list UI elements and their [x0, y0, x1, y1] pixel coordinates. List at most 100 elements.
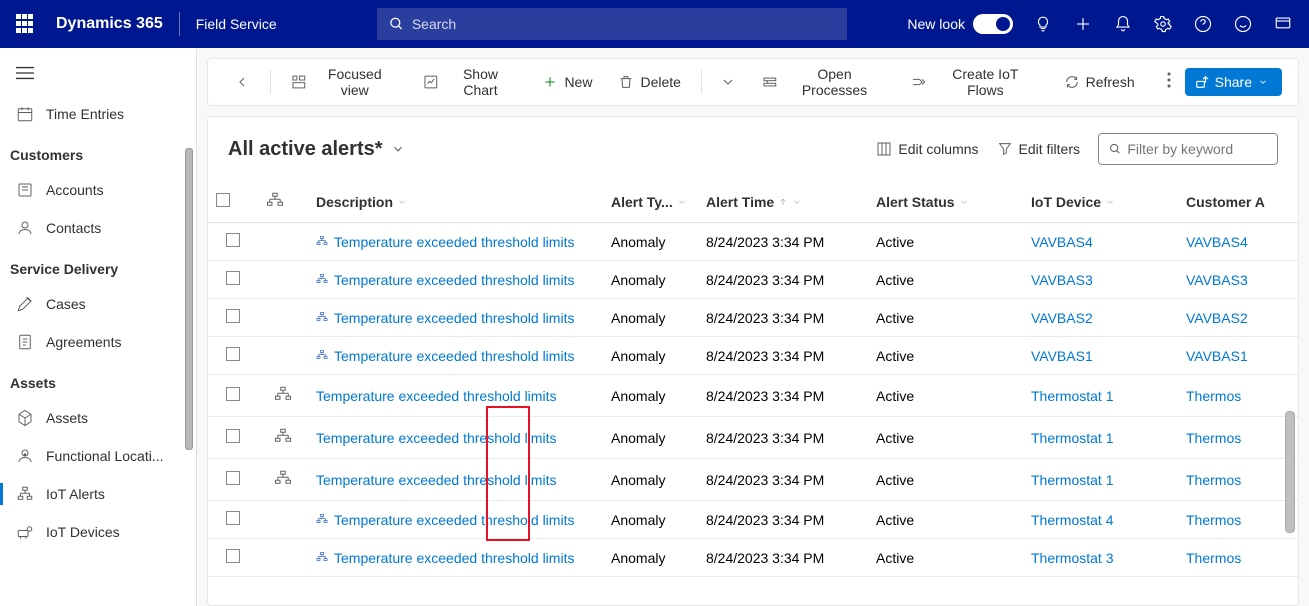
table-row[interactable]: Temperature exceeded threshold limitsAno… — [208, 299, 1298, 337]
nav-timeentries[interactable]: Time Entries — [0, 95, 196, 133]
row-description[interactable]: Temperature exceeded threshold limits — [308, 459, 603, 501]
nav-agreements[interactable]: Agreements — [0, 323, 196, 361]
row-iotdevice[interactable]: Thermostat 1 — [1023, 459, 1178, 501]
row-hierarchy[interactable] — [258, 459, 308, 501]
table-row[interactable]: Temperature exceeded threshold limitsAno… — [208, 417, 1298, 459]
screen-icon[interactable] — [1273, 14, 1293, 34]
nav-iotdevices[interactable]: IoT Devices — [0, 513, 196, 551]
row-customer[interactable]: VAVBAS4 — [1178, 223, 1298, 261]
row-checkbox[interactable] — [208, 539, 258, 577]
share-button[interactable]: Share — [1185, 68, 1282, 96]
table-row[interactable]: Temperature exceeded threshold limitsAno… — [208, 223, 1298, 261]
row-customer[interactable]: VAVBAS3 — [1178, 261, 1298, 299]
row-customer[interactable]: Thermos — [1178, 459, 1298, 501]
row-hierarchy[interactable] — [258, 417, 308, 459]
help-icon[interactable] — [1193, 14, 1213, 34]
row-hierarchy[interactable] — [258, 261, 308, 299]
table-row[interactable]: Temperature exceeded threshold limitsAno… — [208, 539, 1298, 577]
row-checkbox[interactable] — [208, 261, 258, 299]
nav-iotalerts[interactable]: IoT Alerts — [0, 475, 196, 513]
col-alertstatus[interactable]: Alert Status — [868, 181, 1023, 223]
col-description[interactable]: Description — [308, 181, 603, 223]
row-hierarchy[interactable] — [258, 337, 308, 375]
nav-accounts[interactable]: Accounts — [0, 171, 196, 209]
lightbulb-icon[interactable] — [1033, 14, 1053, 34]
row-description[interactable]: Temperature exceeded threshold limits — [308, 375, 603, 417]
row-description[interactable]: Temperature exceeded threshold limits — [308, 337, 603, 375]
row-iotdevice[interactable]: Thermostat 3 — [1023, 539, 1178, 577]
row-description[interactable]: Temperature exceeded threshold limits — [308, 223, 603, 261]
row-hierarchy[interactable] — [258, 223, 308, 261]
new-look-toggle[interactable]: New look — [907, 14, 1013, 34]
gear-icon[interactable] — [1153, 14, 1173, 34]
row-iotdevice[interactable]: Thermostat 4 — [1023, 501, 1178, 539]
row-checkbox[interactable] — [208, 299, 258, 337]
row-description[interactable]: Temperature exceeded threshold limits — [308, 539, 603, 577]
col-checkbox[interactable] — [208, 181, 258, 223]
edit-filters-button[interactable]: Edit filters — [997, 141, 1080, 157]
col-iotdevice[interactable]: IoT Device — [1023, 181, 1178, 223]
row-description[interactable]: Temperature exceeded threshold limits — [308, 261, 603, 299]
row-checkbox[interactable] — [208, 417, 258, 459]
row-iotdevice[interactable]: Thermostat 1 — [1023, 417, 1178, 459]
col-alerttype[interactable]: Alert Ty... — [603, 181, 698, 223]
row-description[interactable]: Temperature exceeded threshold limits — [308, 299, 603, 337]
filter-keyword-box[interactable] — [1098, 133, 1278, 165]
toggle-switch-icon[interactable] — [973, 14, 1013, 34]
table-row[interactable]: Temperature exceeded threshold limitsAno… — [208, 337, 1298, 375]
checkbox-icon[interactable] — [216, 193, 230, 207]
row-checkbox[interactable] — [208, 459, 258, 501]
row-checkbox[interactable] — [208, 337, 258, 375]
table-row[interactable]: Temperature exceeded threshold limitsAno… — [208, 501, 1298, 539]
delete-button[interactable]: Delete — [608, 68, 690, 96]
create-flows-button[interactable]: Create IoT Flows — [901, 60, 1047, 104]
row-checkbox[interactable] — [208, 375, 258, 417]
row-hierarchy[interactable] — [258, 299, 308, 337]
overflow-menu[interactable] — [1159, 66, 1179, 99]
new-button[interactable]: New — [532, 68, 602, 96]
nav-assets[interactable]: Assets — [0, 399, 196, 437]
nav-cases[interactable]: Cases — [0, 285, 196, 323]
back-button[interactable] — [224, 68, 260, 96]
nav-locations[interactable]: Functional Locati... — [0, 437, 196, 475]
row-iotdevice[interactable]: Thermostat 1 — [1023, 375, 1178, 417]
global-search[interactable] — [377, 8, 847, 40]
delete-dropdown[interactable] — [712, 68, 746, 96]
emoji-icon[interactable] — [1233, 14, 1253, 34]
row-description[interactable]: Temperature exceeded threshold limits — [308, 417, 603, 459]
row-iotdevice[interactable]: VAVBAS2 — [1023, 299, 1178, 337]
app-launcher-icon[interactable] — [16, 14, 36, 34]
row-iotdevice[interactable]: VAVBAS3 — [1023, 261, 1178, 299]
row-customer[interactable]: Thermos — [1178, 539, 1298, 577]
chevron-down-icon[interactable] — [391, 142, 405, 156]
row-checkbox[interactable] — [208, 501, 258, 539]
open-processes-button[interactable]: Open Processes — [752, 60, 895, 104]
search-input[interactable] — [412, 16, 835, 32]
row-iotdevice[interactable]: VAVBAS1 — [1023, 337, 1178, 375]
hamburger-icon[interactable] — [0, 56, 196, 95]
col-customer[interactable]: Customer A — [1178, 181, 1298, 223]
nav-contacts[interactable]: Contacts — [0, 209, 196, 247]
hierarchy-icon[interactable] — [274, 385, 292, 403]
hierarchy-icon[interactable] — [274, 469, 292, 487]
row-customer[interactable]: Thermos — [1178, 417, 1298, 459]
row-customer[interactable]: Thermos — [1178, 375, 1298, 417]
plus-icon[interactable] — [1073, 14, 1093, 34]
row-customer[interactable]: VAVBAS2 — [1178, 299, 1298, 337]
row-description[interactable]: Temperature exceeded threshold limits — [308, 501, 603, 539]
row-hierarchy[interactable] — [258, 539, 308, 577]
col-hierarchy[interactable] — [258, 181, 308, 223]
col-alerttime[interactable]: Alert Time — [698, 181, 868, 223]
table-row[interactable]: Temperature exceeded threshold limitsAno… — [208, 459, 1298, 501]
filter-input[interactable] — [1127, 141, 1267, 157]
row-hierarchy[interactable] — [258, 501, 308, 539]
grid[interactable]: Description Alert Ty... Alert Time Alert… — [208, 181, 1298, 605]
show-chart-button[interactable]: Show Chart — [413, 60, 527, 104]
bell-icon[interactable] — [1113, 14, 1133, 34]
edit-columns-button[interactable]: Edit columns — [876, 141, 978, 157]
hierarchy-icon[interactable] — [274, 427, 292, 445]
row-customer[interactable]: Thermos — [1178, 501, 1298, 539]
row-hierarchy[interactable] — [258, 375, 308, 417]
table-row[interactable]: Temperature exceeded threshold limitsAno… — [208, 375, 1298, 417]
row-checkbox[interactable] — [208, 223, 258, 261]
